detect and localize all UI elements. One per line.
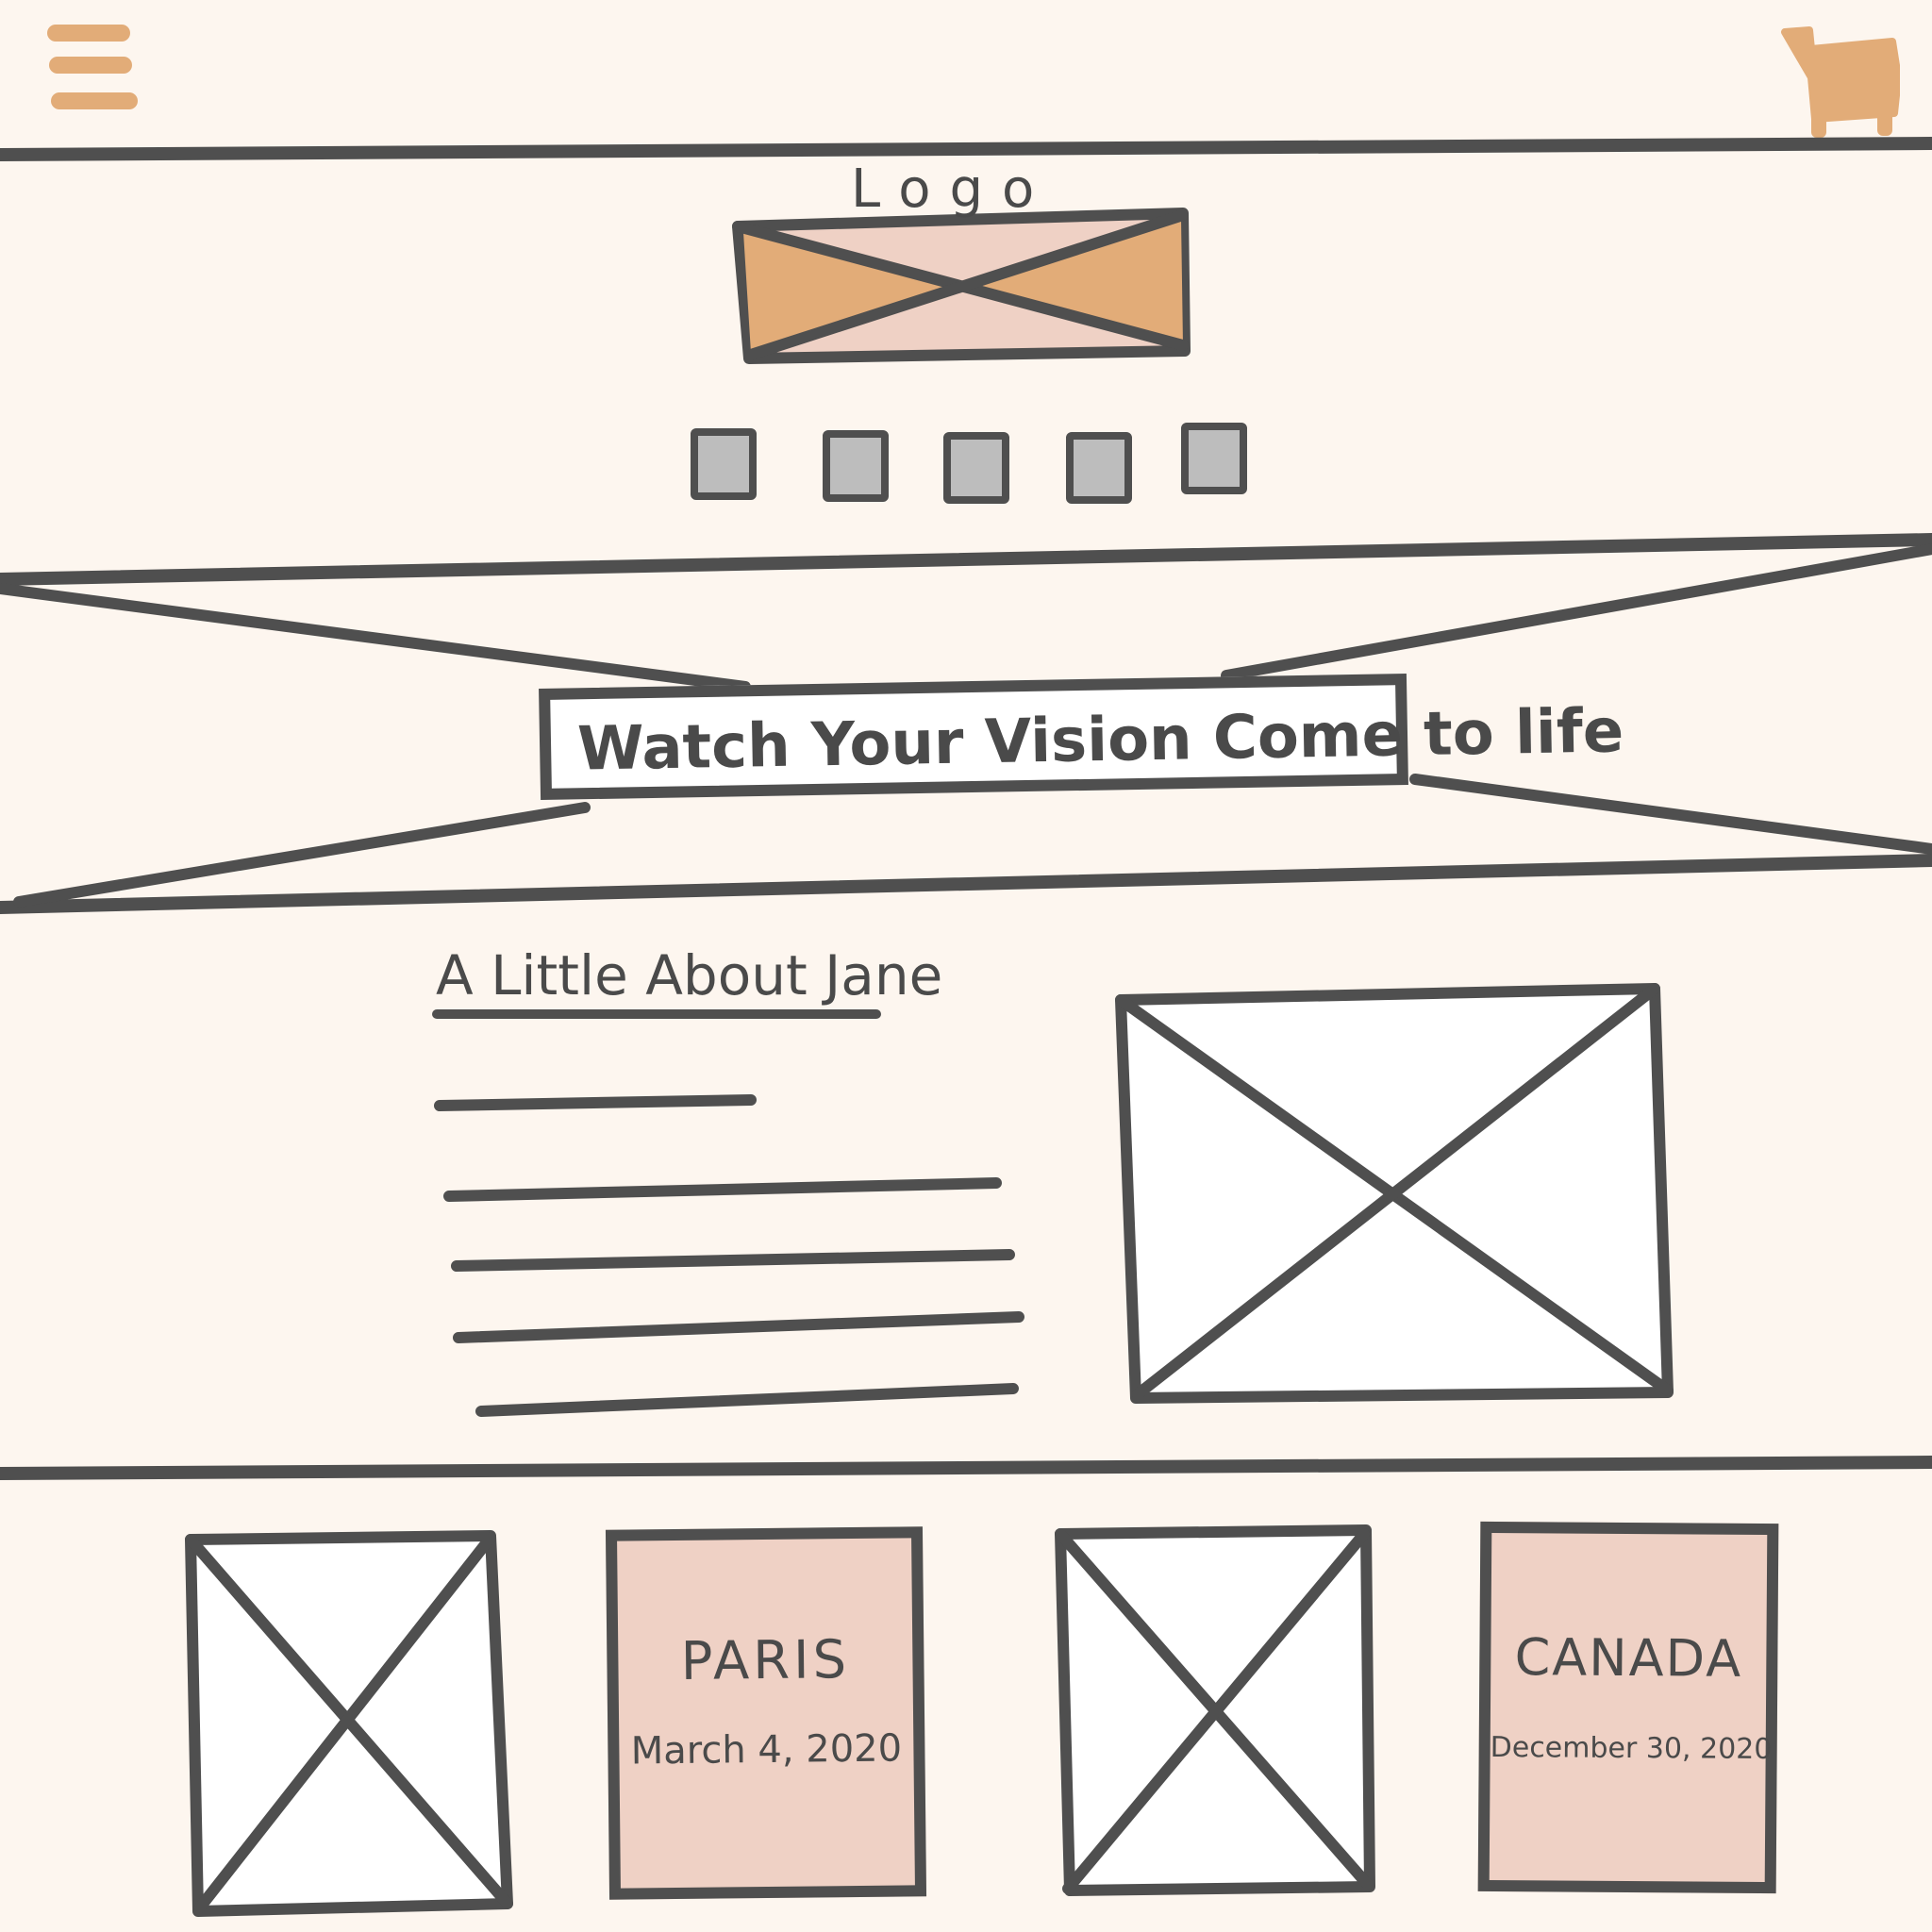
about-heading-underline <box>432 1009 881 1019</box>
logo-image-placeholder <box>732 208 1191 364</box>
card-4-date: December 30, 2020 <box>1490 1730 1773 1767</box>
about-image-placeholder <box>1115 983 1674 1404</box>
card-2-title: PARIS <box>680 1629 851 1692</box>
card-2-paris[interactable]: PARIS March 4, 2020 <box>605 1526 927 1900</box>
nav-item-1[interactable] <box>691 428 757 500</box>
logo-label: Logo <box>851 158 1054 220</box>
card-2-date: March 4, 2020 <box>630 1726 903 1774</box>
card-4-canada[interactable]: CANADA December 30, 2020 <box>1477 1521 1779 1894</box>
nav-item-2[interactable] <box>823 430 889 502</box>
nav-item-5[interactable] <box>1181 423 1247 494</box>
card-3-image[interactable] <box>1051 1521 1389 1907</box>
nav-item-4[interactable] <box>1066 432 1132 504</box>
nav-item-3[interactable] <box>943 432 1009 504</box>
card-4-title: CANADA <box>1514 1627 1743 1689</box>
about-heading: A Little About Jane <box>436 943 943 1008</box>
card-1-image[interactable] <box>177 1524 523 1921</box>
